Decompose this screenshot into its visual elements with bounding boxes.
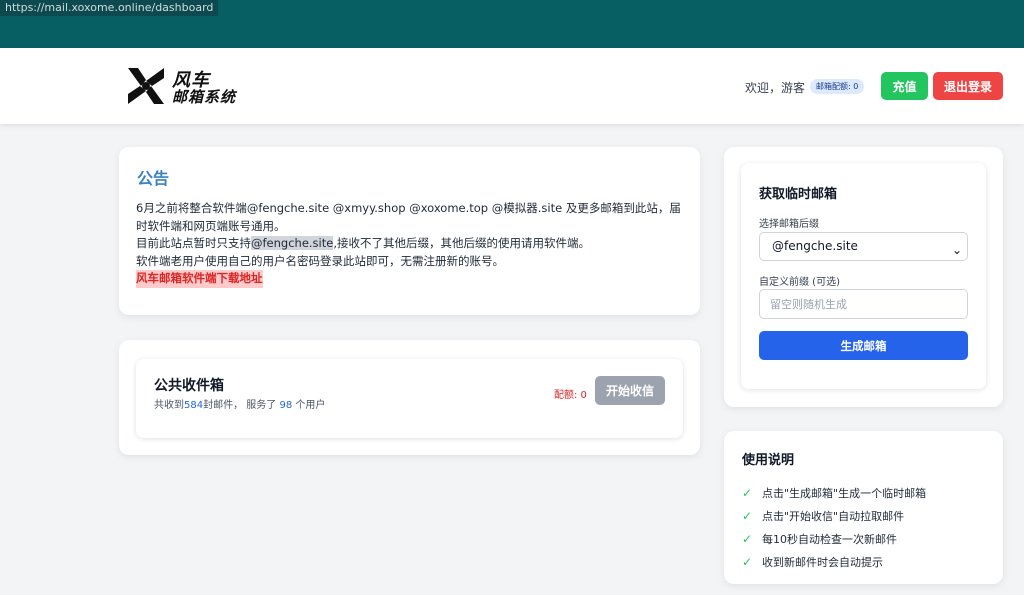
announcement-line: 软件端老用户使用自己的用户名密码登录此站即可，无需注册新的账号。 [136, 253, 504, 268]
check-icon: ✓ [742, 554, 753, 569]
welcome-text: 欢迎，游客 [745, 81, 806, 95]
site-logo[interactable]: 风车 邮箱系统 [124, 64, 254, 108]
announcement-text: ,接收不了其他后缀，其他后缀的使用请用软件端。 [333, 236, 590, 250]
announcement-card: 公告 6月之前将整合软件端@fengche.site @xmyy.shop @x… [119, 147, 700, 315]
public-inbox-card: 公共收件箱 共收到584封邮件， 服务了 98 个用户 配额: 0 开始收信 [119, 340, 700, 455]
announcement-body: 6月之前将整合软件端@fengche.site @xmyy.shop @xoxo… [136, 200, 681, 288]
check-icon: ✓ [742, 531, 753, 546]
user-count: 98 [279, 400, 293, 411]
logout-button[interactable]: 退出登录 [933, 72, 1003, 100]
inbox-title: 公共收件箱 [154, 378, 224, 394]
start-receive-button[interactable]: 开始收信 [595, 376, 665, 405]
check-icon: ✓ [742, 508, 753, 523]
announcement-text: 目前此站点暂时只支持 [136, 236, 251, 250]
mail-count: 584 [184, 400, 204, 411]
stats-text: 共收到 [154, 400, 184, 411]
quota-badge: 邮箱配额: 0 [810, 79, 865, 94]
instructions-title: 使用说明 [742, 453, 795, 468]
recharge-button[interactable]: 充值 [881, 72, 928, 100]
inbox-stats: 共收到584封邮件， 服务了 98 个用户 [154, 396, 325, 411]
instructions-list: ✓ 点击"生成邮箱"生成一个临时邮箱 ✓ 点击"开始收信"自动拉取邮件 ✓ 每10秒自… [742, 481, 926, 573]
stats-text: 封邮件， 服务了 [203, 400, 280, 411]
highlighted-domain: @fengche.site [251, 236, 334, 250]
announcement-line: 目前此站点暂时只支持@fengche.site,接收不了其他后缀，其他后缀的使用… [136, 235, 681, 253]
instruction-text: 收到新邮件时会自动提示 [762, 555, 883, 569]
prefix-input[interactable] [759, 289, 968, 319]
windmill-icon [128, 68, 164, 104]
download-link[interactable]: 风车邮箱软件端下载地址 [136, 270, 263, 288]
suffix-label: 选择邮箱后缀 [759, 219, 819, 230]
browser-toolbar: https://mail.xoxome.online/dashboard [0, 0, 1024, 48]
announcement-line: 6月之前将整合软件端@fengche.site @xmyy.shop @xoxo… [136, 201, 681, 233]
chevron-down-icon: ⌄ [951, 243, 962, 257]
inbox-quota: 配额: 0 [554, 390, 587, 401]
site-header: 风车 邮箱系统 [0, 48, 1024, 124]
logo-text-line2: 邮箱系统 [172, 88, 237, 106]
stats-text: 个用户 [292, 400, 326, 411]
suffix-selected-value: @fengche.site [772, 239, 858, 253]
list-item: ✓ 收到新邮件时会自动提示 [742, 550, 926, 573]
check-icon: ✓ [742, 485, 753, 500]
temp-mail-panel: 获取临时邮箱 选择邮箱后缀 @fengche.site ⌄ 自定义前缀 (可选)… [741, 163, 986, 389]
list-item: ✓ 点击"生成邮箱"生成一个临时邮箱 [742, 481, 926, 504]
suffix-select[interactable]: @fengche.site ⌄ [759, 232, 968, 261]
instructions-card: 使用说明 ✓ 点击"生成邮箱"生成一个临时邮箱 ✓ 点击"开始收信"自动拉取邮件 ✓… [724, 431, 1003, 584]
instruction-text: 每10秒自动检查一次新邮件 [762, 532, 897, 546]
instruction-text: 点击"开始收信"自动拉取邮件 [762, 509, 905, 523]
announcement-title: 公告 [137, 169, 170, 188]
generate-mail-button[interactable]: 生成邮箱 [759, 331, 968, 360]
list-item: ✓ 点击"开始收信"自动拉取邮件 [742, 504, 926, 527]
list-item: ✓ 每10秒自动检查一次新邮件 [742, 527, 926, 550]
temp-mail-card: 获取临时邮箱 选择邮箱后缀 @fengche.site ⌄ 自定义前缀 (可选)… [724, 147, 1003, 407]
instruction-text: 点击"生成邮箱"生成一个临时邮箱 [762, 486, 927, 500]
public-inbox-panel: 公共收件箱 共收到584封邮件， 服务了 98 个用户 配额: 0 开始收信 [136, 359, 683, 438]
prefix-label: 自定义前缀 (可选) [759, 277, 840, 288]
temp-mail-title: 获取临时邮箱 [759, 187, 838, 202]
url-bar[interactable]: https://mail.xoxome.online/dashboard [0, 0, 219, 16]
